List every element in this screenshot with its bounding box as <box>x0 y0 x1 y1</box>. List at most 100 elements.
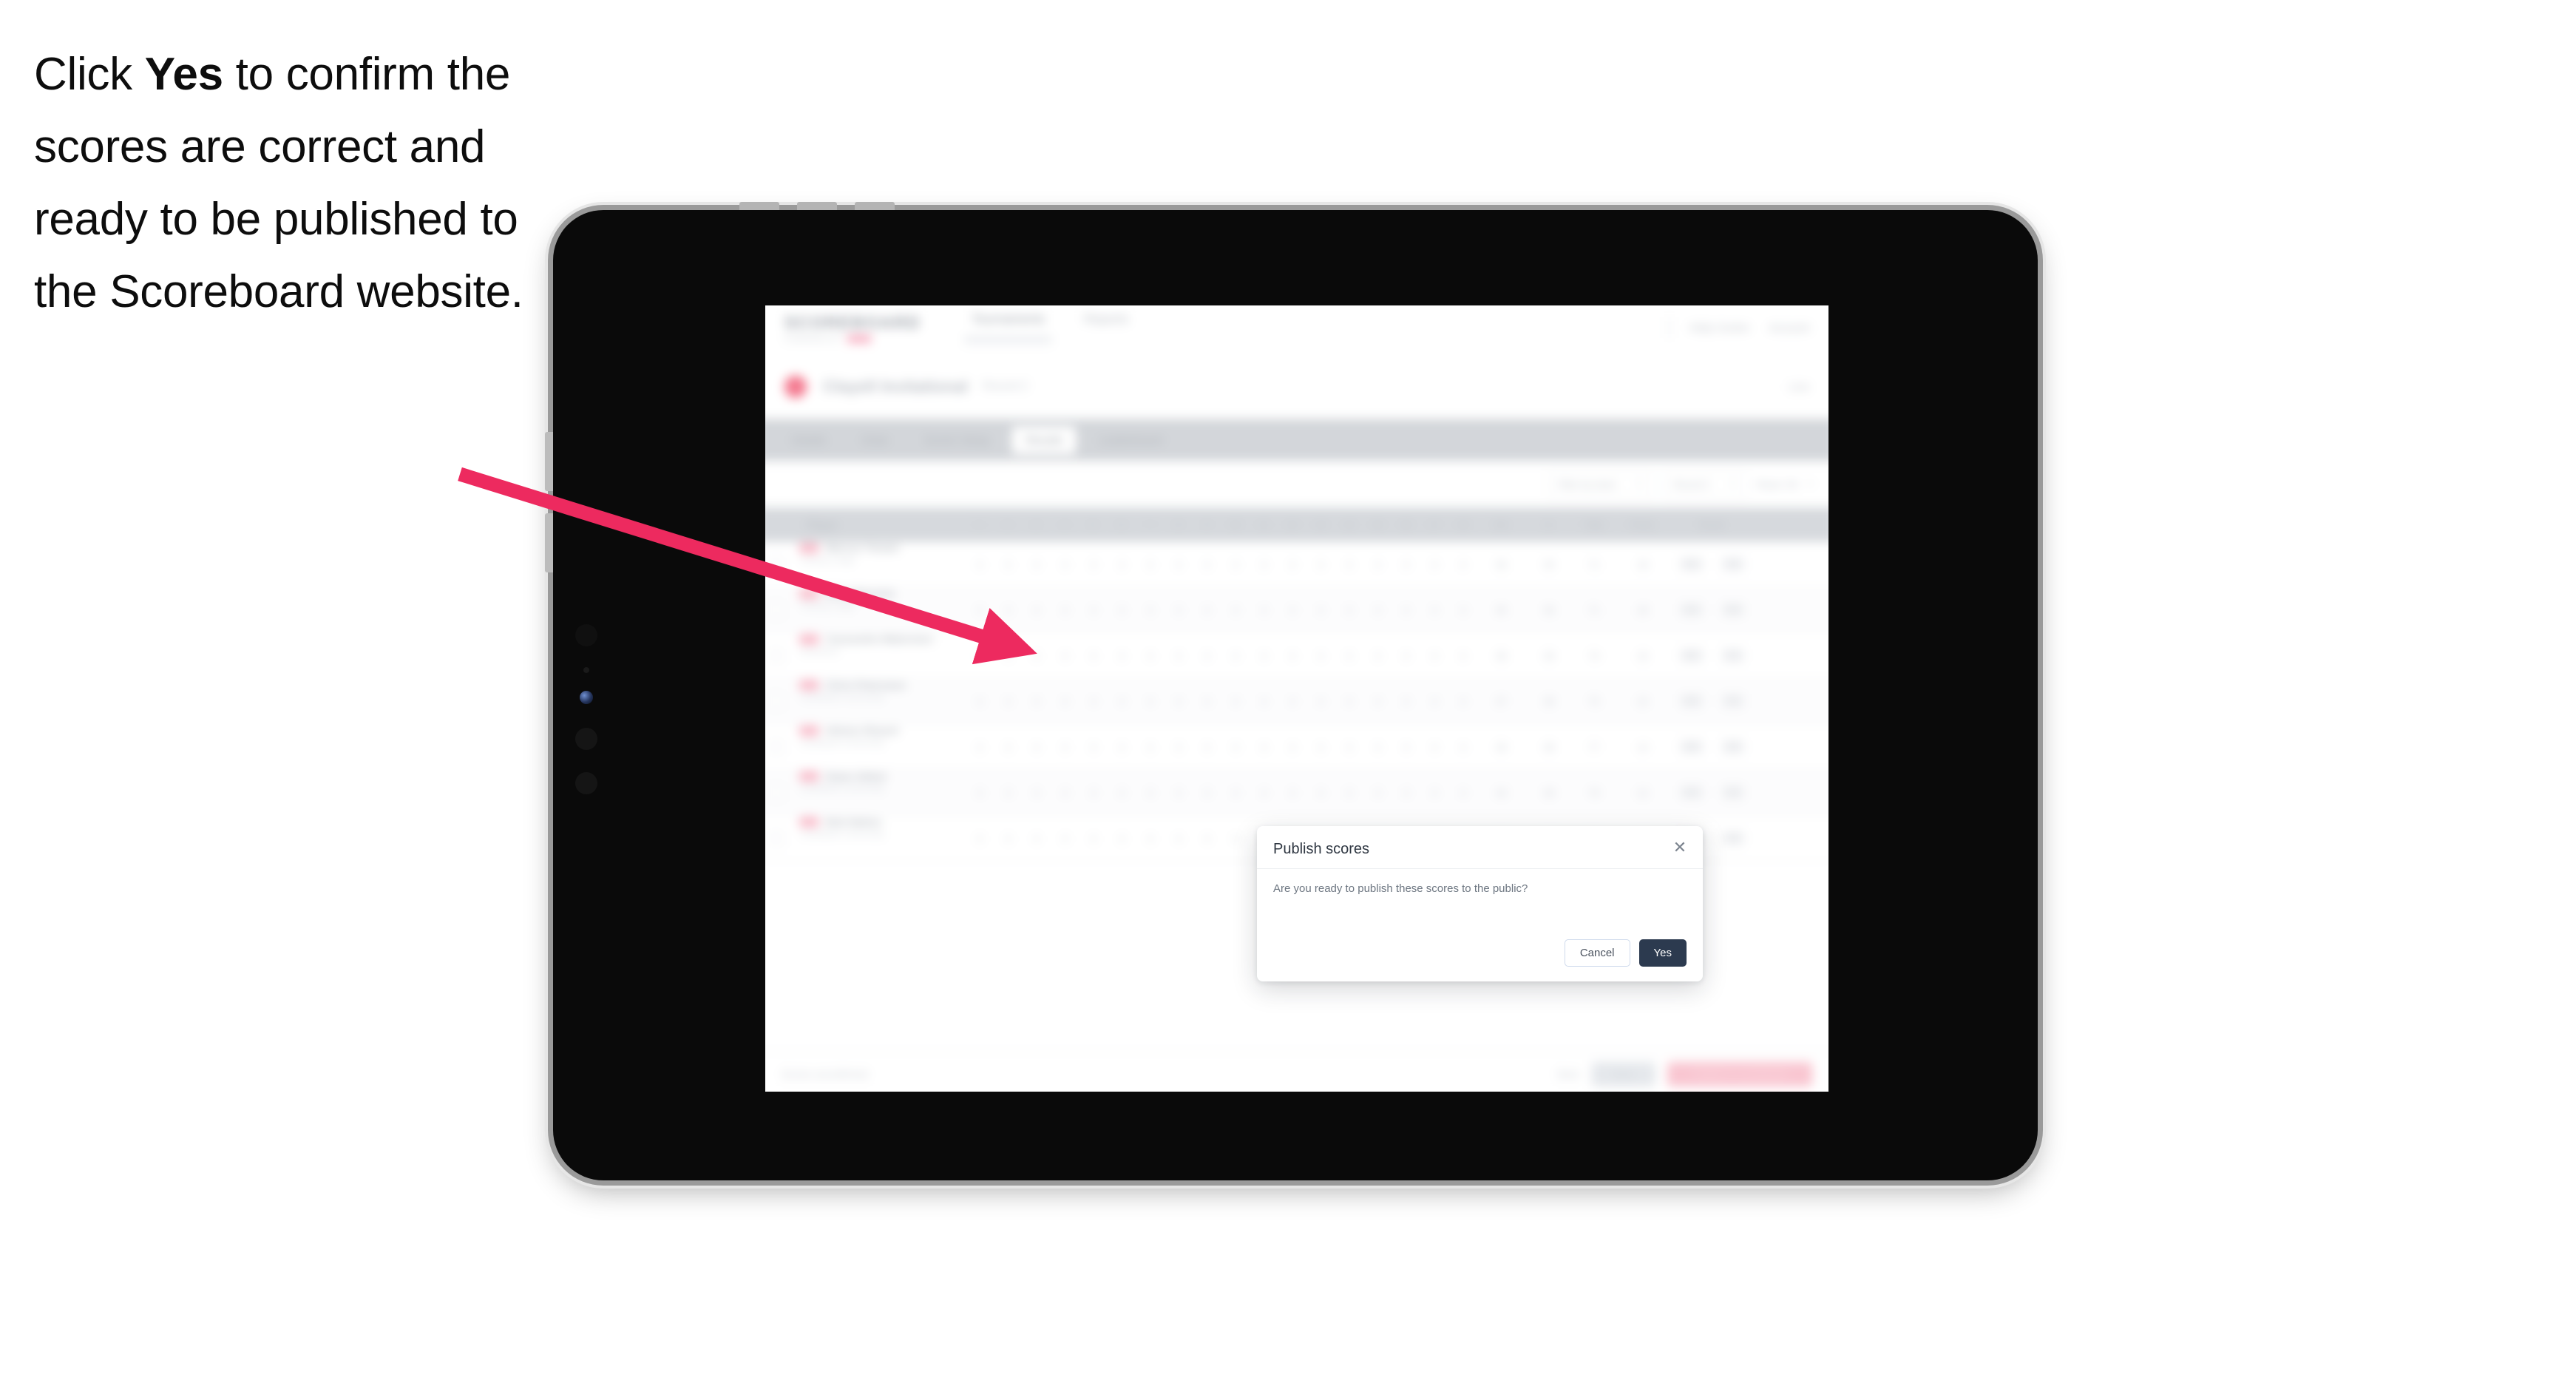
score-cell-hole-12[interactable]: 4 <box>1278 587 1306 632</box>
score-cell-hole-11[interactable]: 4 <box>1250 679 1278 724</box>
score-cell-hole-4[interactable]: 4 <box>1051 770 1079 815</box>
score-cell-hole-1[interactable]: 4 <box>966 587 994 632</box>
back-link[interactable]: Back <box>1558 1069 1579 1080</box>
score-cell-hole-2[interactable]: 4 <box>994 679 1022 724</box>
score-cell-hole-13[interactable]: 4 <box>1306 679 1335 724</box>
score-cell-hole-14[interactable]: 4 <box>1335 679 1363 724</box>
table-row[interactable]: 1 Marcus Tenant Fairway Lodge 4 4 4 4 4 4 4 4 4 4 4 4 4… <box>765 541 1828 588</box>
row-checkbox[interactable] <box>765 541 793 586</box>
score-cell-hole-15[interactable]: 4 <box>1363 724 1392 769</box>
checkbox-icon[interactable] <box>768 785 784 800</box>
table-row[interactable]: 6 Dawn Abbot Southbank Community 4 4 4 4 4 4 4 4 4 4… <box>765 770 1828 816</box>
score-cell-hole-4[interactable]: 4 <box>1051 724 1079 769</box>
score-cell-hole-10[interactable]: 4 <box>1221 724 1250 769</box>
score-cell-hole-14[interactable]: 4 <box>1335 633 1363 678</box>
score-cell-hole-7[interactable]: 4 <box>1136 724 1164 769</box>
score-cell-hole-8[interactable]: 4 <box>1165 587 1193 632</box>
score-cell-hole-4[interactable]: 4 <box>1051 816 1079 861</box>
row-checkbox[interactable] <box>765 633 793 678</box>
row-checkbox[interactable] <box>765 679 793 724</box>
score-cell-hole-14[interactable]: 4 <box>1335 770 1363 815</box>
checkbox-icon[interactable] <box>768 831 784 846</box>
checkbox-icon[interactable] <box>768 556 784 572</box>
score-cell-hole-12[interactable]: 4 <box>1278 541 1306 586</box>
save-button[interactable]: Save <box>1591 1061 1656 1087</box>
score-cell-hole-13[interactable]: 4 <box>1306 770 1335 815</box>
checkbox-icon[interactable] <box>768 648 784 663</box>
nav-item-help-centre[interactable]: Help Centre <box>1689 321 1749 334</box>
device-volume-up-button[interactable] <box>545 432 553 491</box>
tab-details[interactable]: Details <box>779 426 840 453</box>
score-cell-hole-2[interactable]: 4 <box>994 587 1022 632</box>
filter-by-team-select[interactable]: Filter by team ▼ <box>1548 470 1653 498</box>
row-checkbox[interactable] <box>765 816 793 861</box>
score-cell-hole-12[interactable]: 4 <box>1278 770 1306 815</box>
score-cell-hole-2[interactable]: 4 <box>994 633 1022 678</box>
score-cell-hole-18[interactable]: 4 <box>1448 679 1477 724</box>
score-cell-hole-10[interactable]: 4 <box>1221 816 1250 861</box>
score-cell-hole-2[interactable]: 4 <box>994 724 1022 769</box>
score-cell-hole-17[interactable]: 4 <box>1420 679 1448 724</box>
score-cell-hole-2[interactable]: 4 <box>994 541 1022 586</box>
row-checkbox[interactable] <box>765 587 793 632</box>
score-cell-hole-18[interactable]: 4 <box>1448 770 1477 815</box>
yes-button[interactable]: Yes <box>1638 939 1687 967</box>
row-checkbox[interactable] <box>765 770 793 815</box>
score-cell-hole-4[interactable]: 4 <box>1051 633 1079 678</box>
score-cell-hole-7[interactable]: 4 <box>1136 587 1164 632</box>
score-cell-hole-6[interactable]: 4 <box>1108 816 1136 861</box>
score-cell-hole-3[interactable]: 4 <box>1023 541 1051 586</box>
score-cell-hole-8[interactable]: 4 <box>1165 679 1193 724</box>
cancel-button[interactable]: Cancel <box>1564 939 1630 967</box>
tab-draw[interactable]: Draw <box>849 426 902 453</box>
score-cell-hole-14[interactable]: 4 <box>1335 724 1363 769</box>
score-cell-hole-9[interactable]: 4 <box>1193 816 1221 861</box>
score-cell-hole-5[interactable]: 4 <box>1079 679 1108 724</box>
score-cell-hole-5[interactable]: 4 <box>1079 816 1108 861</box>
table-row[interactable]: 4 Chris Petersaun Southbank Community 4 4 4 4 4… <box>765 678 1828 725</box>
score-cell-hole-11[interactable]: 4 <box>1250 587 1278 632</box>
score-cell-hole-12[interactable]: 4 <box>1278 679 1306 724</box>
score-cell-hole-5[interactable]: 4 <box>1079 633 1108 678</box>
score-cell-hole-17[interactable]: 4 <box>1420 587 1448 632</box>
score-cell-hole-18[interactable]: 4 <box>1448 541 1477 586</box>
score-cell-hole-6[interactable]: 4 <box>1108 587 1136 632</box>
score-cell-hole-7[interactable]: 4 <box>1136 633 1164 678</box>
app-logo[interactable]: SCOREBOARD POWERED BY <box>784 312 921 342</box>
score-cell-hole-8[interactable]: 4 <box>1165 724 1193 769</box>
checkbox-icon[interactable] <box>768 693 784 709</box>
score-cell-hole-8[interactable]: 4 <box>1165 770 1193 815</box>
publish-to-scoreboard-button[interactable]: Publish to scoreboard <box>1667 1061 1813 1087</box>
score-cell-hole-16[interactable]: 4 <box>1392 633 1420 678</box>
score-cell-hole-16[interactable]: 4 <box>1392 724 1420 769</box>
score-cell-hole-3[interactable]: 4 <box>1023 724 1051 769</box>
score-cell-hole-3[interactable]: 4 <box>1023 770 1051 815</box>
score-cell-hole-3[interactable]: 4 <box>1023 587 1051 632</box>
score-cell-hole-16[interactable]: 4 <box>1392 587 1420 632</box>
score-cell-hole-15[interactable]: 4 <box>1363 770 1392 815</box>
score-cell-hole-3[interactable]: 4 <box>1023 633 1051 678</box>
score-cell-hole-5[interactable]: 4 <box>1079 724 1108 769</box>
score-cell-hole-17[interactable]: 4 <box>1420 541 1448 586</box>
score-cell-hole-18[interactable]: 4 <box>1448 724 1477 769</box>
nav-item-account[interactable]: Account <box>1769 321 1809 334</box>
score-cell-hole-11[interactable]: 4 <box>1250 633 1278 678</box>
close-icon[interactable]: ✕ <box>1670 838 1689 857</box>
score-cell-hole-9[interactable]: 4 <box>1193 541 1221 586</box>
checkbox-icon[interactable] <box>768 602 784 618</box>
score-cell-hole-18[interactable]: 4 <box>1448 633 1477 678</box>
score-cell-hole-9[interactable]: 4 <box>1193 587 1221 632</box>
score-cell-hole-6[interactable]: 4 <box>1108 679 1136 724</box>
score-cell-hole-4[interactable]: 4 <box>1051 541 1079 586</box>
score-cell-hole-18[interactable]: 4 <box>1448 587 1477 632</box>
score-cell-hole-8[interactable]: 4 <box>1165 541 1193 586</box>
score-cell-hole-15[interactable]: 4 <box>1363 587 1392 632</box>
score-cell-hole-5[interactable]: 4 <box>1079 541 1108 586</box>
score-cell-hole-10[interactable]: 4 <box>1221 633 1250 678</box>
score-cell-hole-11[interactable]: 4 <box>1250 724 1278 769</box>
score-cell-hole-12[interactable]: 4 <box>1278 633 1306 678</box>
score-cell-hole-6[interactable]: 4 <box>1108 541 1136 586</box>
score-cell-hole-14[interactable]: 4 <box>1335 541 1363 586</box>
tab-scorer-setup[interactable]: Scorer Setup <box>911 426 1003 453</box>
score-cell-hole-6[interactable]: 4 <box>1108 724 1136 769</box>
